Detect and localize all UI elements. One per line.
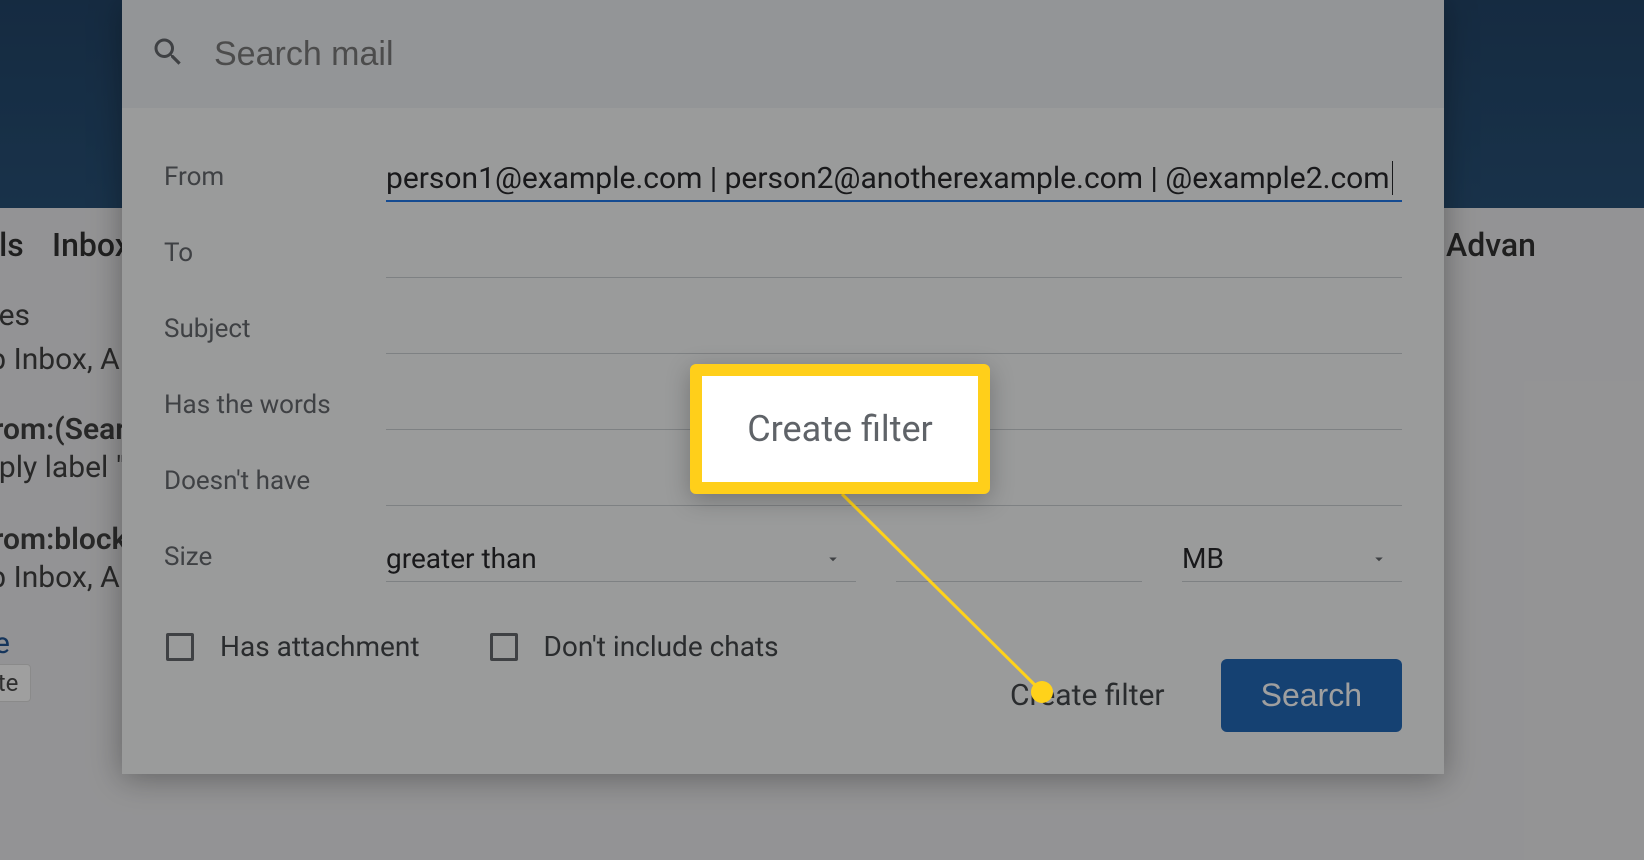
callout-endpoint-dot [1031, 681, 1053, 703]
callout-text: Create filter [747, 408, 933, 450]
callout-create-filter: Create filter [690, 364, 990, 494]
